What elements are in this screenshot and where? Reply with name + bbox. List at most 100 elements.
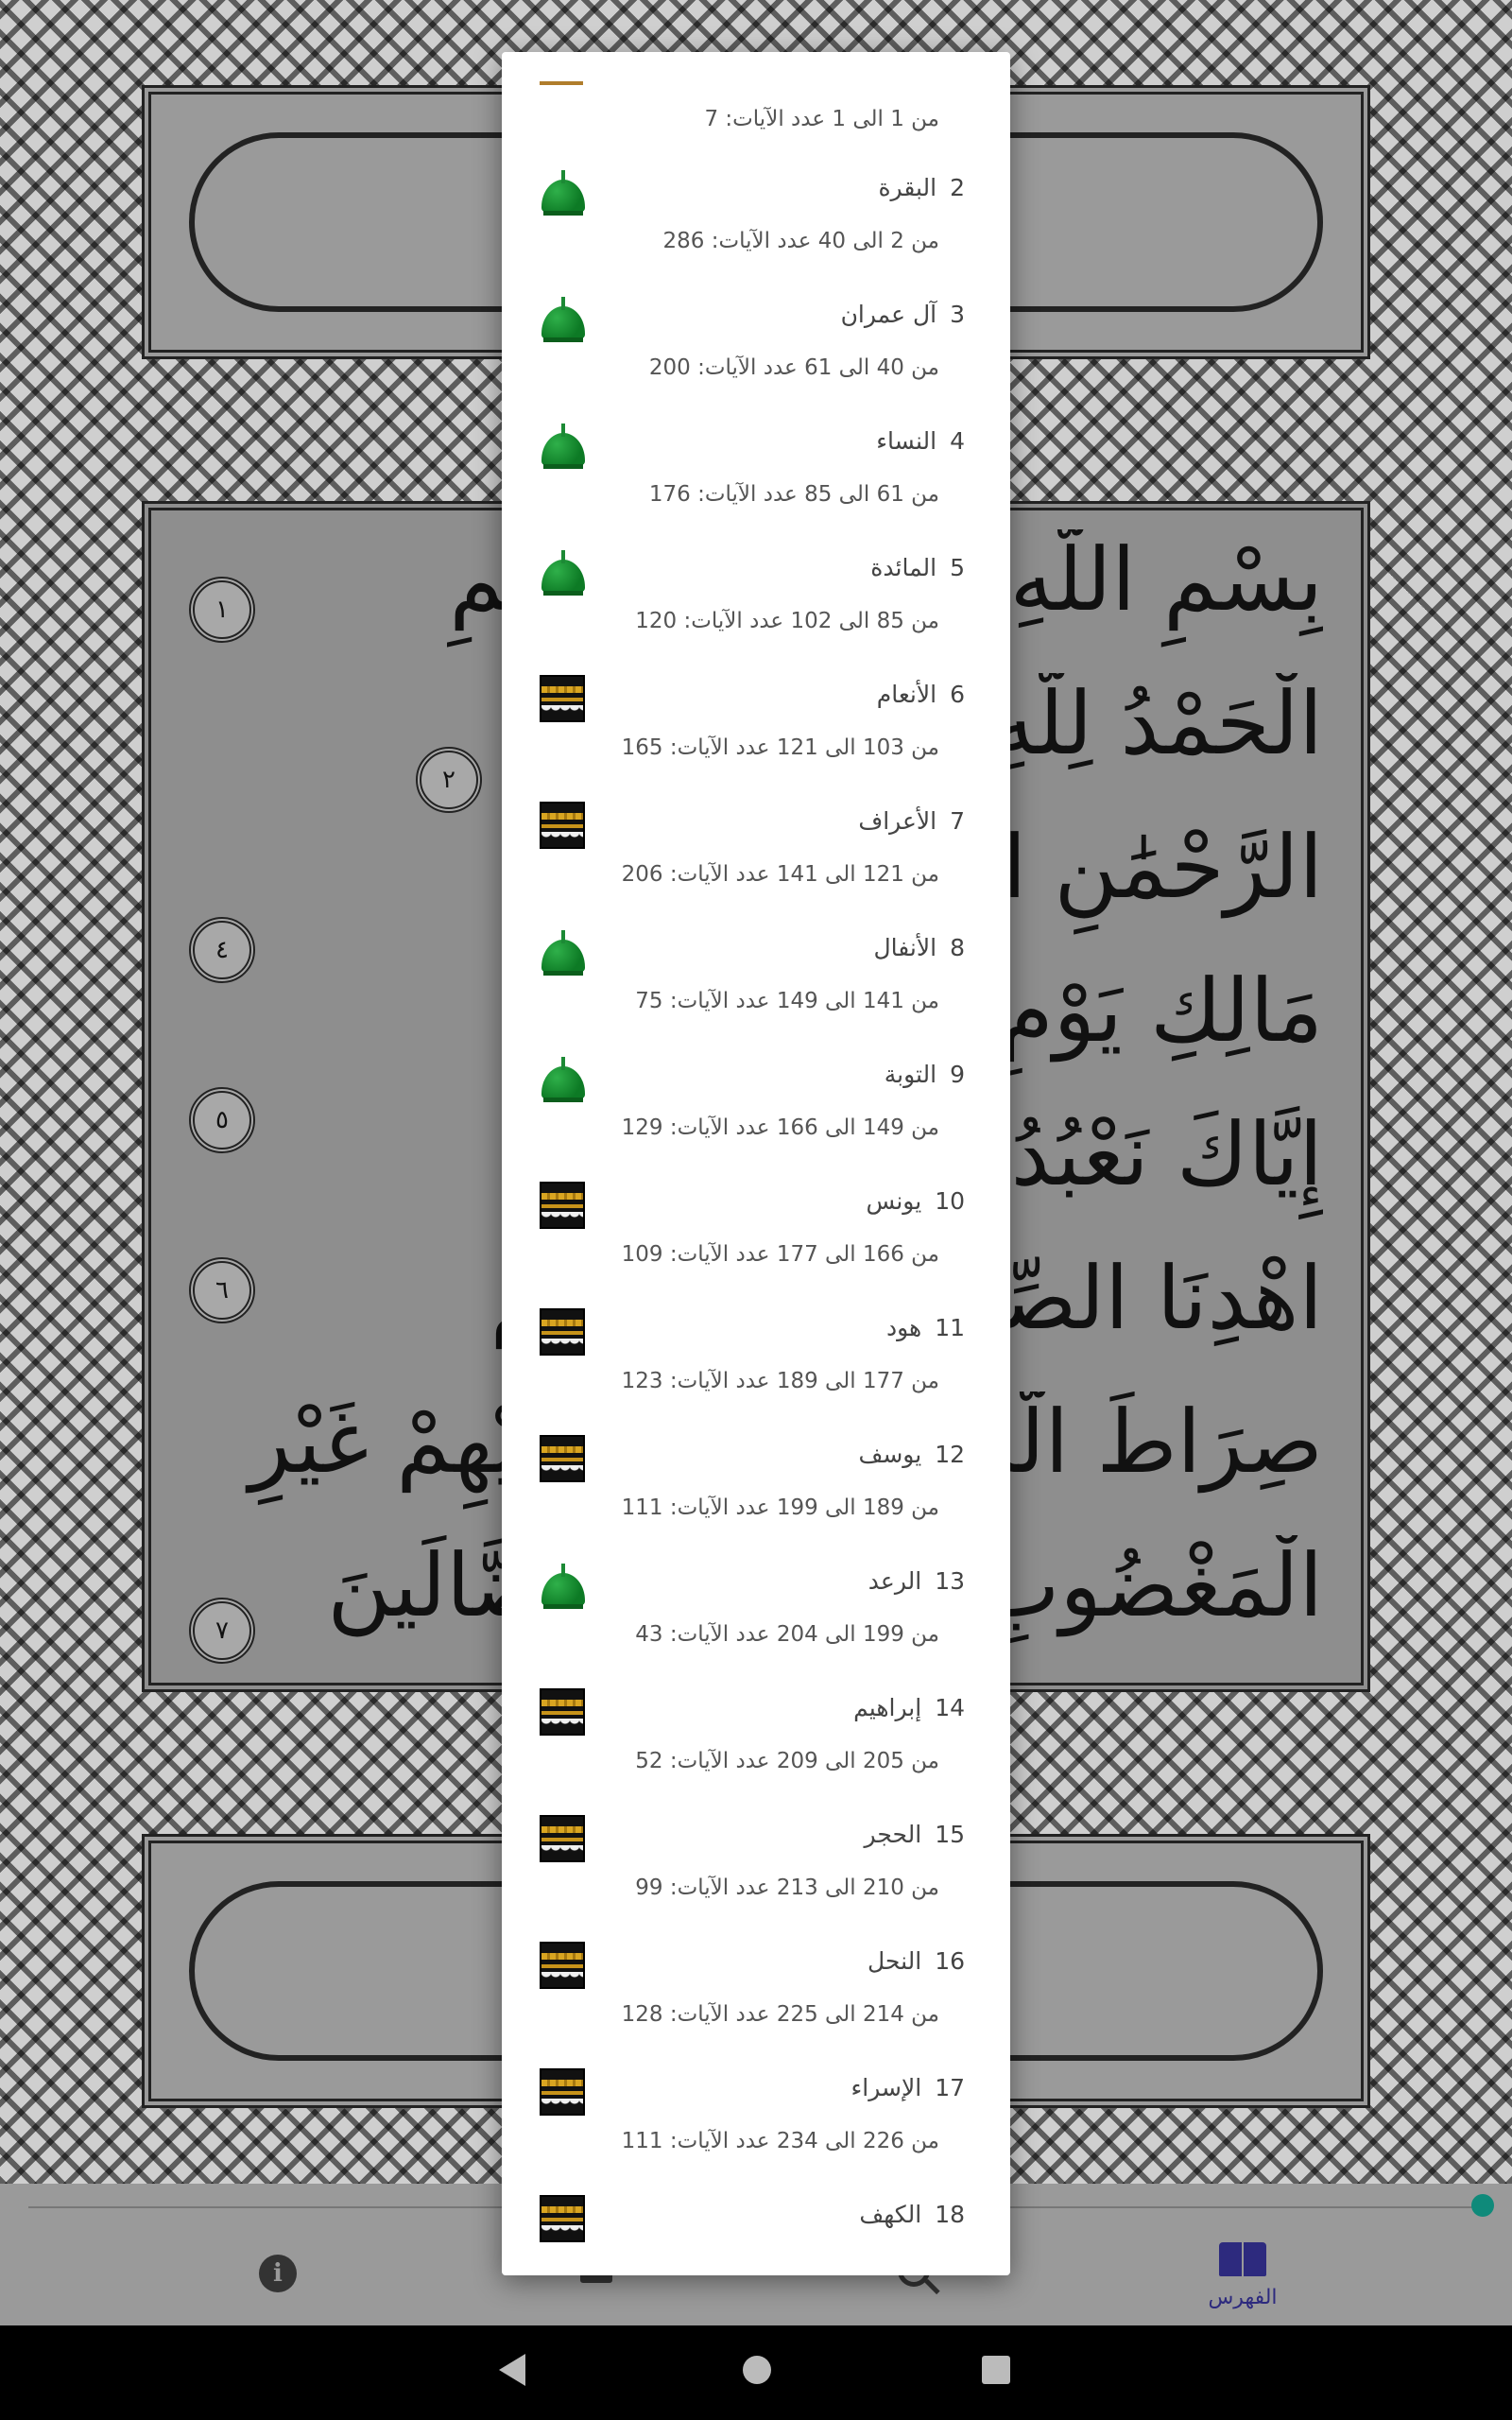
sura-number: 13 [935, 1567, 965, 1595]
sura-index-dialog: من 1 الى 1 عدد الآيات: 7 2 البقرة من 2 الى… [502, 52, 1010, 2275]
sura-page-range: من 210 الى 213 عدد الآيات: 99 [635, 1876, 939, 1900]
sura-list-item[interactable]: 6 الأنعام من 103 الى 121 عدد الآيات: 165 [502, 675, 1010, 802]
sura-page-range: من 85 الى 102 عدد الآيات: 120 [635, 609, 939, 633]
sura-page-range: من 121 الى 141 عدد الآيات: 206 [621, 862, 939, 887]
sura-page-range: من 166 الى 177 عدد الآيات: 109 [621, 1242, 939, 1267]
sura-name: يوسف [858, 1441, 922, 1468]
medinan-dome-icon [540, 928, 587, 976]
sura-list-item[interactable]: 14 إبراهيم من 205 الى 209 عدد الآيات: 52 [502, 1688, 1010, 1815]
sura-name: آل عمران [840, 301, 937, 328]
sura-list-item[interactable]: 8 الأنفال من 141 الى 149 عدد الآيات: 75 [502, 928, 1010, 1055]
sura-list-item[interactable]: 16 النحل من 214 الى 225 عدد الآيات: 128 [502, 1942, 1010, 2068]
sura-title: 16 النحل [868, 1947, 965, 1975]
index-label: الفهرس [1208, 2286, 1278, 2309]
sura-number: 9 [950, 1061, 965, 1088]
ayah-number-marker: ٦ [189, 1257, 255, 1323]
meccan-kaaba-icon [540, 675, 585, 722]
meccan-kaaba-icon [540, 1435, 585, 1482]
sura-name: المائدة [870, 554, 937, 581]
recents-icon[interactable] [982, 2356, 1010, 2384]
home-icon[interactable] [743, 2356, 771, 2384]
sura-list-item[interactable]: 7 الأعراف من 121 الى 141 عدد الآيات: 206 [502, 802, 1010, 928]
info-button[interactable]: i [259, 2255, 297, 2311]
sura-number: 14 [935, 1694, 965, 1721]
index-button[interactable]: الفهرس [1186, 2242, 1299, 2309]
sura-name: الإسراء [850, 2074, 922, 2101]
sura-page-range: من 40 الى 61 عدد الآيات: 200 [648, 355, 939, 380]
meccan-kaaba-icon [540, 2195, 585, 2242]
sura-page-range: من 214 الى 225 عدد الآيات: 128 [621, 2002, 939, 2027]
sura-list-item[interactable]: 12 يوسف من 189 الى 199 عدد الآيات: 111 [502, 1435, 1010, 1562]
sura-name: يونس [866, 1187, 922, 1215]
current-sura-marker [540, 81, 583, 85]
sura-title: 8 الأنفال [874, 934, 966, 961]
sura-title: 18 الكهف [859, 2201, 965, 2228]
sura-name: الرعد [868, 1567, 922, 1595]
book-icon [1219, 2242, 1266, 2278]
sura-name: الأعراف [858, 807, 937, 835]
meccan-kaaba-icon [540, 1182, 585, 1229]
sura-list-item[interactable]: 11 هود من 177 الى 189 عدد الآيات: 123 [502, 1308, 1010, 1435]
sura-page-range: من 205 الى 209 عدد الآيات: 52 [635, 1749, 939, 1773]
ayah-number-marker: ١ [189, 577, 255, 643]
sura-name: الأنعام [876, 681, 937, 708]
sura-list-item[interactable]: 3 آل عمران من 40 الى 61 عدد الآيات: 200 [502, 295, 1010, 422]
sura-title: 4 النساء [876, 427, 965, 455]
sura-page-range: من 61 الى 85 عدد الآيات: 176 [648, 482, 939, 507]
sura-list-item[interactable]: 4 النساء من 61 الى 85 عدد الآيات: 176 [502, 422, 1010, 548]
sura-page-range: من 189 الى 199 عدد الآيات: 111 [621, 1495, 939, 1520]
ayah-number-marker: ٤ [189, 917, 255, 983]
sura-title: 12 يوسف [858, 1441, 965, 1468]
ayah-number-marker: ٢ [416, 747, 482, 813]
sura-number: 15 [935, 1821, 965, 1848]
sura-info-fatiha[interactable]: من 1 الى 1 عدد الآيات: 7 [704, 107, 939, 131]
sura-list-item[interactable]: 9 التوبة من 149 الى 166 عدد الآيات: 129 [502, 1055, 1010, 1182]
medinan-dome-icon [540, 1055, 587, 1102]
sura-name: إبراهيم [853, 1694, 922, 1721]
sura-title: 7 الأعراف [858, 807, 965, 835]
sura-page-range: من 103 الى 121 عدد الآيات: 165 [621, 735, 939, 760]
sura-number: 3 [950, 301, 965, 328]
sura-name: الكهف [859, 2201, 922, 2228]
sura-title: 14 إبراهيم [853, 1694, 965, 1721]
meccan-kaaba-icon [540, 1815, 585, 1862]
sura-number: 6 [950, 681, 965, 708]
medinan-dome-icon [540, 1562, 587, 1609]
sura-name: النحل [868, 1947, 922, 1975]
sura-title: 9 التوبة [885, 1061, 965, 1088]
sura-list-item[interactable]: 10 يونس من 166 الى 177 عدد الآيات: 109 [502, 1182, 1010, 1308]
sura-page-range: من 199 الى 204 عدد الآيات: 43 [635, 1622, 939, 1647]
sura-title: 5 المائدة [870, 554, 965, 581]
sura-name: هود [885, 1314, 922, 1341]
sura-title: 3 آل عمران [841, 301, 965, 328]
sura-title: 13 الرعد [868, 1567, 965, 1595]
meccan-kaaba-icon [540, 1308, 585, 1356]
meccan-kaaba-icon [540, 1688, 585, 1736]
sura-number: 11 [935, 1314, 965, 1341]
sura-name: النساء [876, 427, 937, 455]
sura-list-item[interactable]: 13 الرعد من 199 الى 204 عدد الآيات: 43 [502, 1562, 1010, 1688]
sura-list-item[interactable]: 17 الإسراء من 226 الى 234 عدد الآيات: 111 [502, 2068, 1010, 2195]
system-navigation-bar [0, 2325, 1512, 2420]
medinan-dome-icon [540, 548, 587, 596]
sura-title: 2 البقرة [878, 174, 965, 201]
sura-list-item[interactable]: 18 الكهف [502, 2195, 1010, 2275]
medinan-dome-icon [540, 295, 587, 342]
sura-number: 2 [950, 174, 965, 201]
sura-list-item[interactable]: 5 المائدة من 85 الى 102 عدد الآيات: 120 [502, 548, 1010, 675]
sura-list-item[interactable]: 2 البقرة من 2 الى 40 عدد الآيات: 286 [502, 168, 1010, 295]
sura-page-range: من 141 الى 149 عدد الآيات: 75 [635, 989, 939, 1013]
meccan-kaaba-icon [540, 2068, 585, 2116]
scroll-indicator-dot[interactable] [1471, 2194, 1494, 2217]
sura-number: 8 [950, 934, 965, 961]
back-icon[interactable] [499, 2354, 525, 2386]
meccan-kaaba-icon [540, 1942, 585, 1989]
sura-title: 6 الأنعام [877, 681, 965, 708]
sura-list-item[interactable]: 15 الحجر من 210 الى 213 عدد الآيات: 99 [502, 1815, 1010, 1942]
info-icon: i [259, 2255, 297, 2292]
sura-number: 10 [935, 1187, 965, 1215]
sura-number: 16 [935, 1947, 965, 1975]
sura-number: 7 [950, 807, 965, 835]
sura-title: 17 الإسراء [851, 2074, 965, 2101]
sura-number: 17 [935, 2074, 965, 2101]
